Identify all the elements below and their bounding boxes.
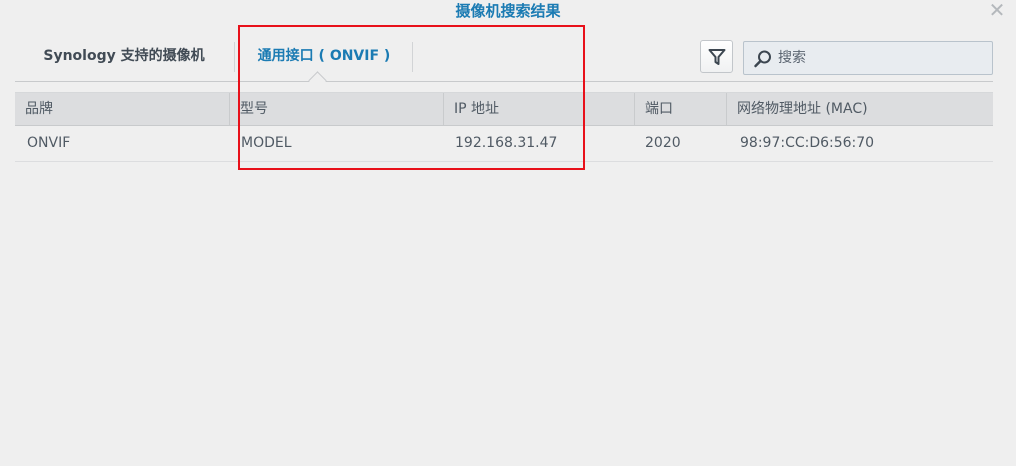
tab-synology-cameras[interactable]: Synology 支持的摄像机 bbox=[15, 38, 233, 74]
cell-port: 2020 bbox=[645, 135, 681, 151]
results-table: 品牌 型号 IP 地址 端口 网络物理地址 (MAC) ONVIF MODEL … bbox=[15, 92, 993, 162]
search-input[interactable] bbox=[778, 46, 978, 70]
tab-divider bbox=[412, 42, 413, 72]
close-icon[interactable]: ✕ bbox=[988, 0, 1006, 20]
cell-brand: ONVIF bbox=[27, 135, 71, 151]
column-header-port[interactable]: 端口 bbox=[635, 93, 727, 125]
cell-model: MODEL bbox=[241, 135, 292, 151]
column-header-mac[interactable]: 网络物理地址 (MAC) bbox=[727, 93, 993, 125]
tab-onvif[interactable]: 通用接口 ( ONVIF ) bbox=[235, 38, 413, 74]
cell-ip-address: 192.168.31.47 bbox=[455, 135, 558, 151]
cell-mac: 98:97:CC:D6:56:70 bbox=[740, 135, 875, 151]
search-icon bbox=[754, 50, 771, 68]
column-header-ip-address[interactable]: IP 地址 bbox=[444, 93, 635, 125]
dialog-title: 摄像机搜索结果 bbox=[455, 2, 561, 20]
filter-icon bbox=[708, 49, 726, 65]
table-header: 品牌 型号 IP 地址 端口 网络物理地址 (MAC) bbox=[15, 92, 993, 126]
table-row[interactable]: ONVIF MODEL 192.168.31.47 2020 98:97:CC:… bbox=[15, 126, 993, 162]
filter-button[interactable] bbox=[700, 40, 733, 73]
column-header-brand[interactable]: 品牌 bbox=[15, 93, 230, 125]
active-tab-indicator bbox=[308, 71, 327, 90]
search-field[interactable] bbox=[743, 41, 993, 75]
column-header-model[interactable]: 型号 bbox=[230, 93, 444, 125]
